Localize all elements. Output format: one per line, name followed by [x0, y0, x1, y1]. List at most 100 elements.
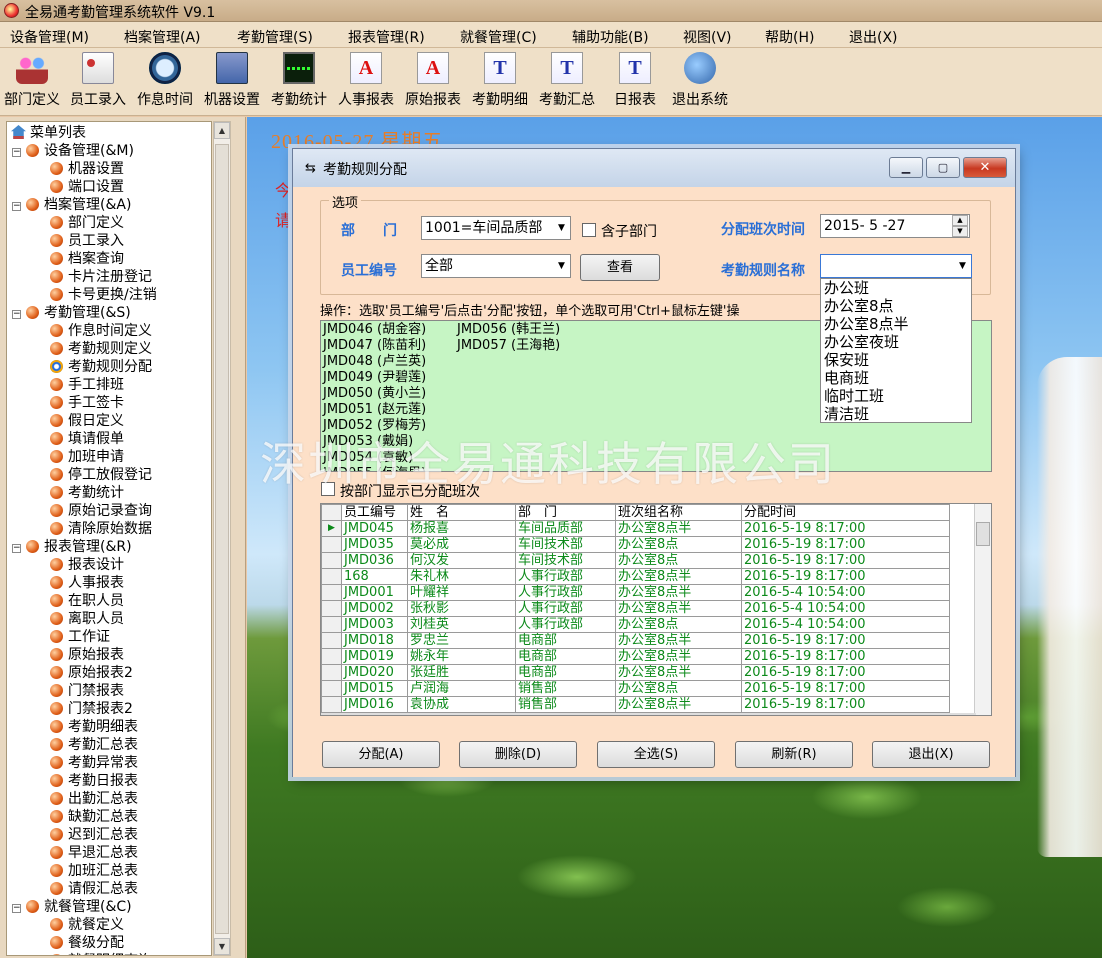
tree-leaf-item[interactable]: 原始报表	[50, 646, 124, 664]
rule-option[interactable]: 保安班	[821, 351, 971, 369]
tree-leaf-item[interactable]: 加班申请	[50, 448, 124, 466]
menu-archive[interactable]: 档案管理(A)	[124, 27, 201, 47]
tree-leaf-item[interactable]: 手工签卡	[50, 394, 124, 412]
col-header-name[interactable]: 姓 名	[407, 504, 516, 521]
tree-leaf-item[interactable]: 门禁报表2	[50, 700, 133, 718]
minimize-icon[interactable]: ▁	[889, 157, 923, 178]
collapse-icon[interactable]: −	[12, 310, 21, 319]
col-header-assign-time[interactable]: 分配时间	[741, 504, 950, 521]
tree-group-item[interactable]: − 考勤管理(&S)	[12, 304, 131, 322]
tree-leaf-item[interactable]: 缺勤汇总表	[50, 808, 138, 826]
tree-leaf-item[interactable]: 考勤异常表	[50, 754, 138, 772]
toolbar-summary-button[interactable]: T 考勤汇总	[536, 52, 598, 112]
scroll-thumb[interactable]	[215, 144, 229, 934]
tree-leaf-item[interactable]: 原始报表2	[50, 664, 133, 682]
table-row[interactable]: JMD036 何汉发 车间技术部 办公室8点 2016-5-19 8:17:00	[321, 552, 950, 569]
table-row[interactable]: JMD019 姚永年 电商部 办公室8点半 2016-5-19 8:17:00	[321, 648, 950, 665]
table-row[interactable]: ▶ JMD045 杨报喜 车间品质部 办公室8点半 2016-5-19 8:17:00	[321, 520, 950, 537]
menu-view[interactable]: 视图(V)	[683, 27, 732, 47]
scroll-up-arrow-icon[interactable]: ▲	[214, 122, 230, 139]
tree-leaf-item[interactable]: 卡片注册登记	[50, 268, 152, 286]
scroll-down-arrow-icon[interactable]: ▼	[214, 938, 230, 955]
rule-option[interactable]: 清洁班	[821, 405, 971, 423]
tree-leaf-item[interactable]: 卡号更换/注销	[50, 286, 157, 304]
collapse-icon[interactable]: −	[12, 544, 21, 553]
tree-root[interactable]: 菜单列表	[11, 124, 86, 142]
tree-leaf-item[interactable]: 报表设计	[50, 556, 124, 574]
tree-leaf-item[interactable]: 手工排班	[50, 376, 124, 394]
menu-device[interactable]: 设备管理(M)	[10, 27, 89, 47]
rule-option[interactable]: 临时工班	[821, 387, 971, 405]
tree-leaf-item[interactable]: 加班汇总表	[50, 862, 138, 880]
toolbar-detail-button[interactable]: T 考勤明细	[468, 52, 532, 112]
employee-list-item[interactable]: JMD056 (韩王兰)	[457, 322, 560, 338]
employee-list-item[interactable]: JMD049 (尹碧莲)	[323, 370, 426, 386]
toolbar-employee-button[interactable]: 员工录入	[66, 52, 130, 112]
tree-leaf-item[interactable]: 员工录入	[50, 232, 124, 250]
toolbar-raw-report-button[interactable]: A 原始报表	[401, 52, 465, 112]
rule-name-select[interactable]: ▼	[820, 254, 972, 278]
select-all-button[interactable]: 全选(S)	[597, 741, 715, 768]
rule-option[interactable]: 办公室夜班	[821, 333, 971, 351]
spin-down-icon[interactable]: ▼	[952, 226, 968, 237]
employee-list-item[interactable]: JMD048 (卢兰英)	[323, 354, 426, 370]
table-row[interactable]: JMD020 张廷胜 电商部 办公室8点半 2016-5-19 8:17:00	[321, 664, 950, 681]
tree-leaf-item[interactable]: 停工放假登记	[50, 466, 152, 484]
collapse-icon[interactable]: −	[12, 202, 21, 211]
table-row[interactable]: JMD001 叶耀祥 人事行政部 办公室8点半 2016-5-4 10:54:00	[321, 584, 950, 601]
delete-button[interactable]: 删除(D)	[459, 741, 577, 768]
sub-dept-checkbox[interactable]	[582, 223, 596, 237]
rule-name-dropdown[interactable]: 办公班 办公室8点 办公室8点半 办公室夜班 保安班 电商班 临时工班 清洁班	[820, 278, 972, 423]
menu-auxiliary[interactable]: 辅助功能(B)	[572, 27, 649, 47]
tree-leaf-item[interactable]: 迟到汇总表	[50, 826, 138, 844]
table-row[interactable]: JMD003 刘桂英 人事行政部 办公室8点 2016-5-4 10:54:00	[321, 616, 950, 633]
toolbar-department-button[interactable]: 部门定义	[2, 52, 62, 112]
toolbar-daily-button[interactable]: T 日报表	[610, 52, 660, 112]
tree-leaf-item[interactable]: 考勤规则定义	[50, 340, 152, 358]
tree-leaf-item[interactable]: 考勤汇总表	[50, 736, 138, 754]
tree-group-item[interactable]: − 档案管理(&A)	[12, 196, 131, 214]
chevron-down-icon[interactable]: ▼	[954, 255, 971, 277]
collapse-icon[interactable]: −	[12, 904, 21, 913]
tree-leaf-item[interactable]: 就餐明细查询	[50, 952, 152, 955]
tree-group-item[interactable]: − 就餐管理(&C)	[12, 898, 132, 916]
employee-list-item[interactable]: JMD057 (王海艳)	[457, 338, 560, 354]
rule-option[interactable]: 办公室8点半	[821, 315, 971, 333]
dept-select[interactable]: 1001=车间品质部 ▼	[421, 216, 571, 240]
grid-scrollbar[interactable]	[974, 504, 991, 715]
tree-leaf-item[interactable]: 作息时间定义	[50, 322, 152, 340]
table-row[interactable]: JMD002 张秋影 人事行政部 办公室8点半 2016-5-4 10:54:00	[321, 600, 950, 617]
menu-help[interactable]: 帮助(H)	[765, 27, 814, 47]
close-icon[interactable]: ✕	[963, 157, 1007, 178]
tree-leaf-item[interactable]: 档案查询	[50, 250, 124, 268]
col-header-shift-group[interactable]: 班次组名称	[615, 504, 742, 521]
spin-up-icon[interactable]: ▲	[952, 215, 968, 226]
table-row[interactable]: JMD018 罗忠兰 电商部 办公室8点半 2016-5-19 8:17:00	[321, 632, 950, 649]
rule-option[interactable]: 办公班	[821, 279, 971, 297]
tree-leaf-item[interactable]: 假日定义	[50, 412, 124, 430]
tree-leaf-item[interactable]: 考勤明细表	[50, 718, 138, 736]
toolbar-hr-report-button[interactable]: A 人事报表	[335, 52, 397, 112]
table-row[interactable]: JMD016 袁协成 销售部 办公室8点半 2016-5-19 8:17:00	[321, 696, 950, 713]
toolbar-stats-button[interactable]: 考勤统计	[268, 52, 330, 112]
col-header-emp-no[interactable]: 员工编号	[341, 504, 408, 521]
tree-leaf-item[interactable]: 机器设置	[50, 160, 124, 178]
tree-leaf-item[interactable]: 考勤日报表	[50, 772, 138, 790]
tree-leaf-item[interactable]: 填请假单	[50, 430, 124, 448]
menu-exit[interactable]: 退出(X)	[849, 27, 898, 47]
table-row[interactable]: JMD015 卢润海 销售部 办公室8点 2016-5-19 8:17:00	[321, 680, 950, 697]
tree-leaf-item[interactable]: 就餐定义	[50, 916, 124, 934]
tree-leaf-item[interactable]: 门禁报表	[50, 682, 124, 700]
menu-report[interactable]: 报表管理(R)	[348, 27, 425, 47]
emp-no-select[interactable]: 全部 ▼	[421, 254, 571, 278]
toolbar-exit-button[interactable]: 退出系统	[668, 52, 732, 112]
employee-list-item[interactable]: JMD051 (赵元莲)	[323, 402, 426, 418]
tree-leaf-item[interactable]: 出勤汇总表	[50, 790, 138, 808]
menu-attendance[interactable]: 考勤管理(S)	[237, 27, 313, 47]
col-header-dept[interactable]: 部 门	[515, 504, 616, 521]
tree-leaf-item[interactable]: 工作证	[50, 628, 110, 646]
collapse-icon[interactable]: −	[12, 148, 21, 157]
employee-list-item[interactable]: JMD047 (陈苗利)	[323, 338, 426, 354]
grid-horizontal-scrollbar[interactable]	[321, 713, 976, 715]
tree-leaf-item[interactable]: 清除原始数据	[50, 520, 152, 538]
